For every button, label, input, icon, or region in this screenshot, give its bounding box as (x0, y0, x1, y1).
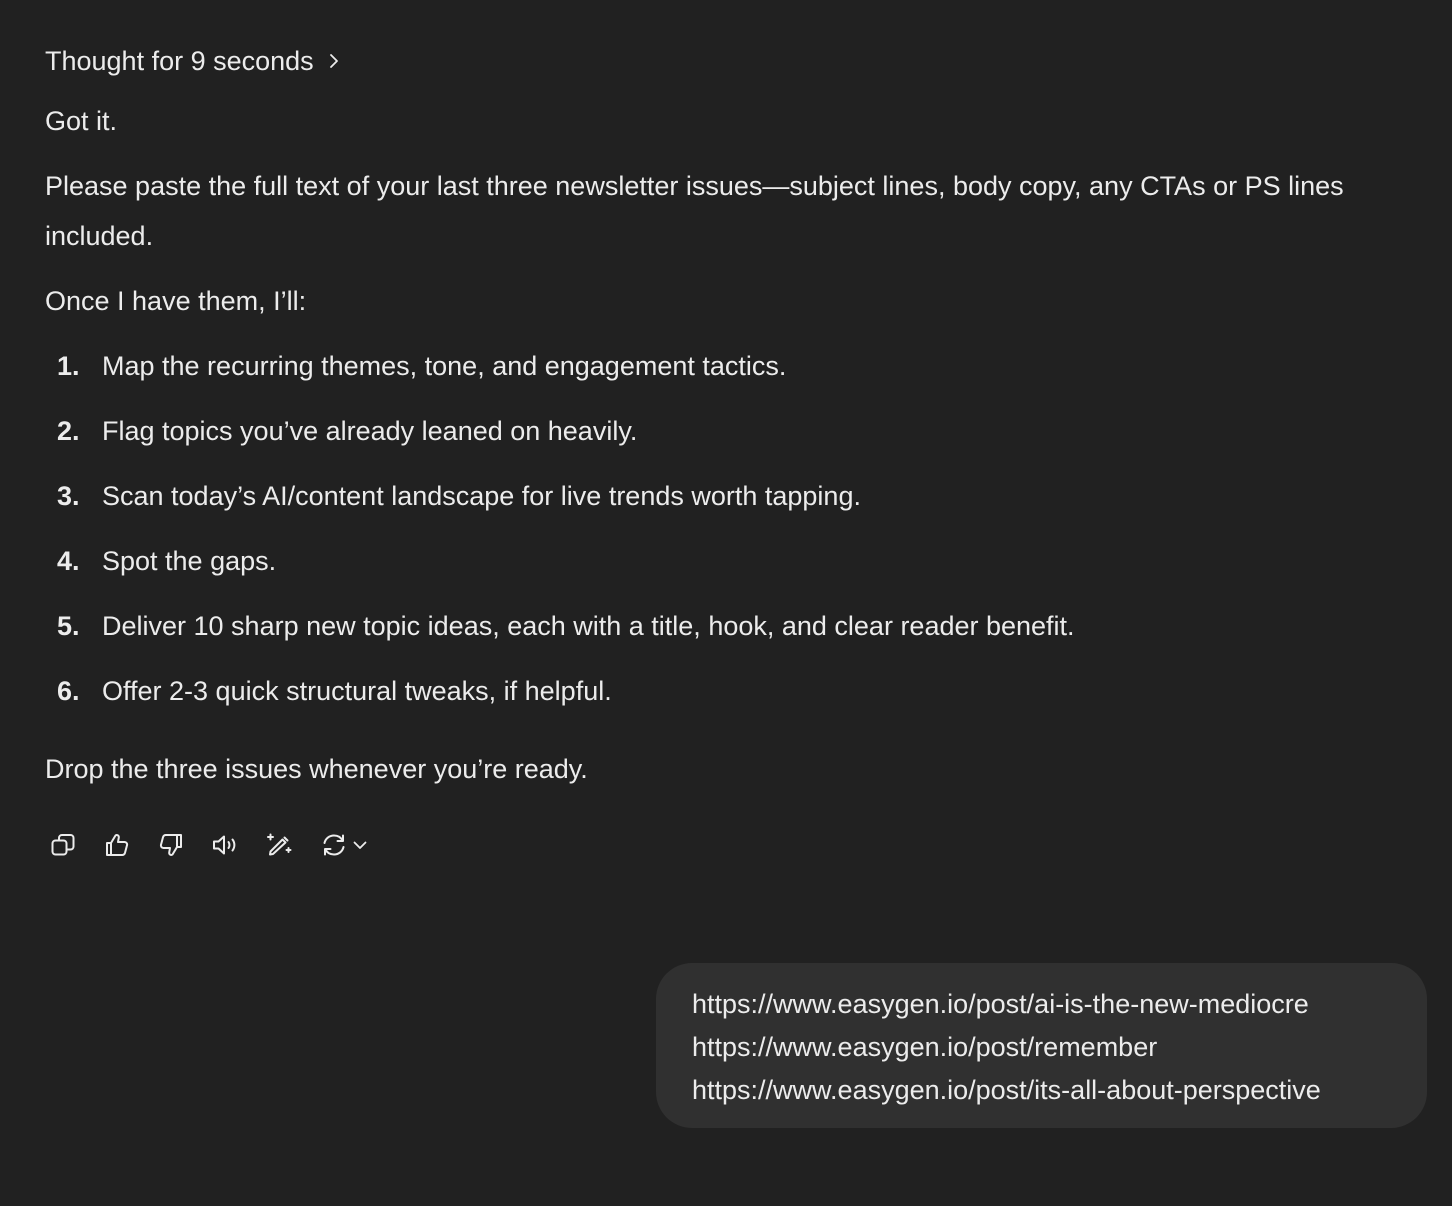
thumbs-up-icon (106, 834, 129, 856)
list-item-text: Flag topics you’ve already leaned on hea… (102, 416, 638, 446)
edit-in-canvas-button[interactable] (261, 827, 297, 863)
list-item-text: Map the recurring themes, tone, and enga… (102, 351, 787, 381)
list-item-text: Scan today’s AI/content landscape for li… (102, 481, 861, 511)
regenerate-button[interactable] (315, 827, 373, 863)
read-aloud-button[interactable] (207, 827, 243, 863)
thought-toggle[interactable]: Thought for 9 seconds (45, 42, 342, 80)
list-item-number: 4. (57, 546, 80, 576)
list-item-number: 3. (57, 481, 80, 511)
list-item-number: 1. (57, 351, 80, 381)
list-item-number: 2. (57, 416, 80, 446)
reply-paragraph-1: Got it. (45, 106, 118, 136)
edit-in-canvas-icon (267, 833, 292, 856)
chat-page: Thought for 9 seconds Got it. Please pas… (0, 0, 1452, 1206)
chevron-right-icon (329, 54, 338, 68)
list-item-text: Spot the gaps. (102, 546, 277, 576)
list-item-number: 5. (57, 611, 80, 641)
user-message-line: https://www.easygen.io/post/ai-is-the-ne… (692, 989, 1309, 1019)
reply-paragraph-2: Please paste the full text of your last … (45, 171, 1344, 251)
regenerate-icon (323, 834, 345, 856)
user-message-bubble: https://www.easygen.io/post/ai-is-the-ne… (656, 963, 1427, 1128)
good-response-button[interactable] (99, 827, 135, 863)
thought-label: Thought for 9 seconds (45, 46, 314, 76)
message-actions (45, 827, 373, 863)
reply-paragraph-3: Once I have them, I’ll: (45, 286, 307, 316)
chevron-down-icon (353, 841, 367, 849)
thumbs-down-icon (159, 834, 182, 856)
user-message-line: https://www.easygen.io/post/its-all-abou… (692, 1075, 1321, 1105)
bad-response-button[interactable] (153, 827, 189, 863)
user-message-line: https://www.easygen.io/post/remember (692, 1032, 1158, 1062)
copy-button[interactable] (45, 827, 81, 863)
read-aloud-icon (213, 835, 236, 855)
list-item-text: Deliver 10 sharp new topic ideas, each w… (102, 611, 1075, 641)
list-item-text: Offer 2-3 quick structural tweaks, if he… (102, 676, 612, 706)
reply-paragraph-4: Drop the three issues whenever you’re re… (45, 754, 588, 784)
list-item-number: 6. (57, 676, 80, 706)
copy-icon (51, 834, 75, 856)
